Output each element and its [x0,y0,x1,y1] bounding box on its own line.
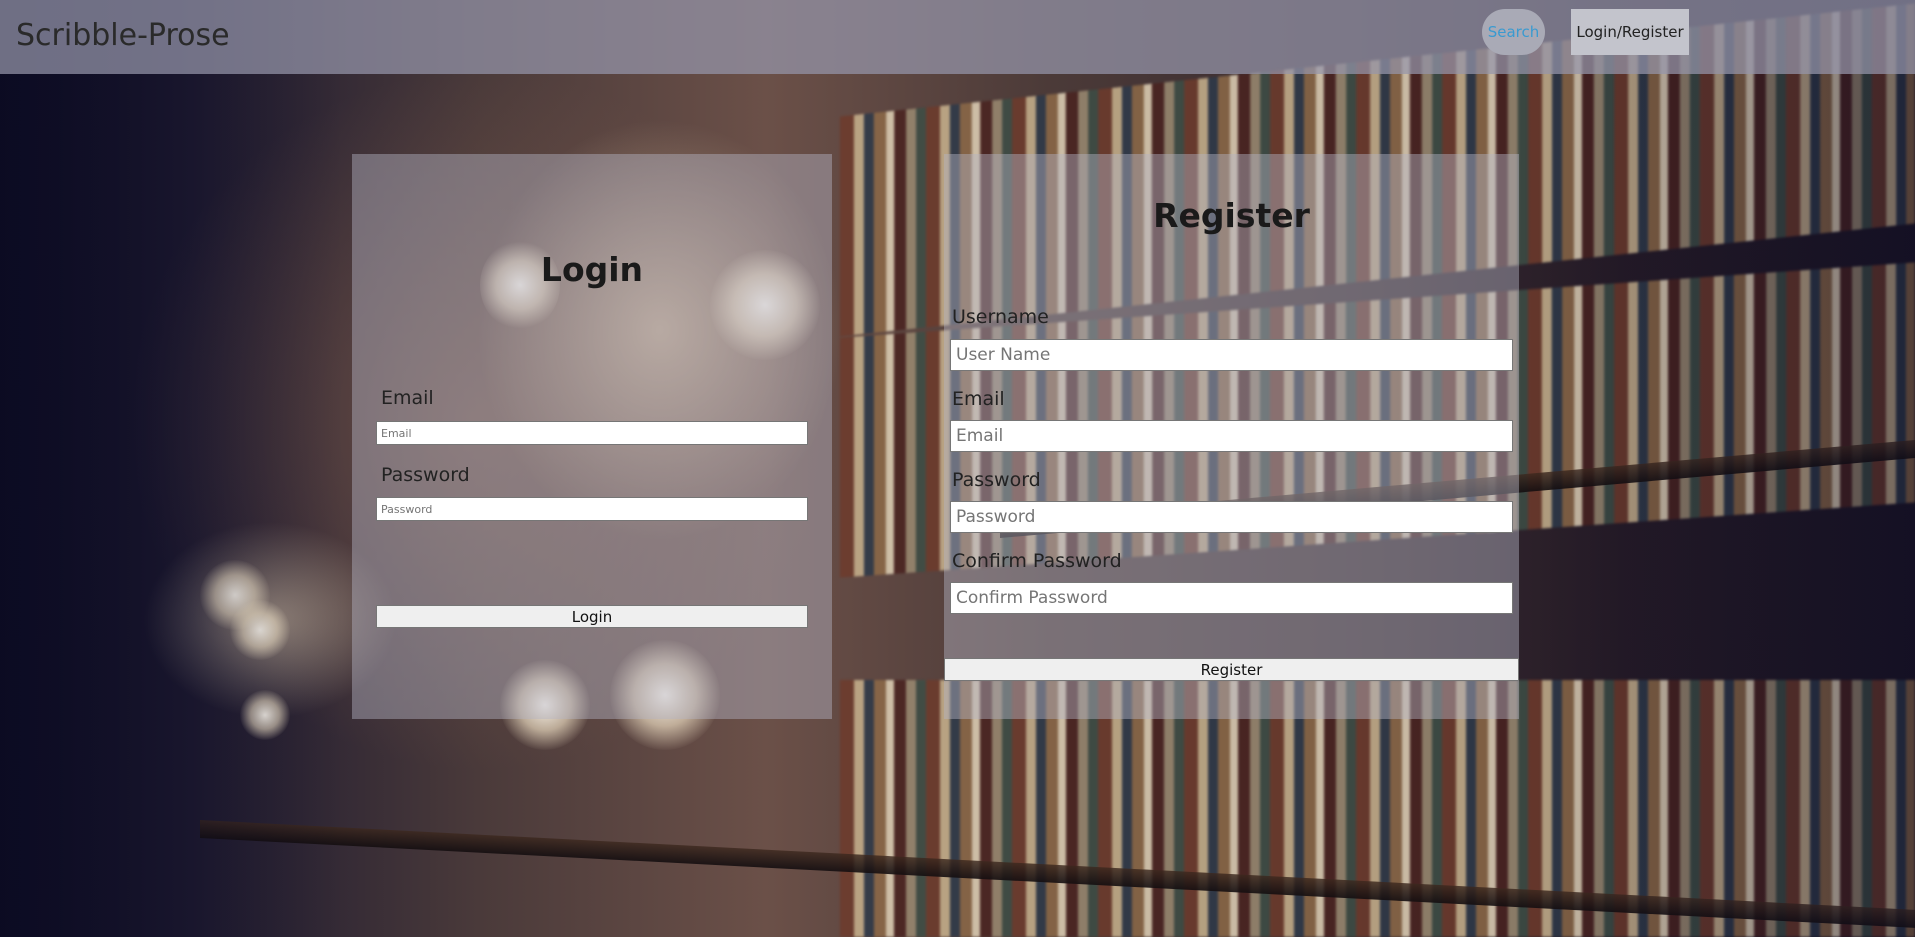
login-email-field[interactable] [376,421,808,445]
login-password-field[interactable] [376,497,808,521]
register-password-label: Password [952,469,1041,491]
login-title: Login [540,250,644,289]
navbar: Scribble-Prose Search Login/Register [0,0,1915,74]
register-username-label: Username [952,306,1049,328]
register-email-label: Email [952,388,1005,410]
register-username-field[interactable] [950,339,1513,371]
login-button[interactable]: Login [376,605,808,628]
login-register-button[interactable]: Login/Register [1571,9,1689,55]
search-button[interactable]: Search [1482,9,1545,55]
login-panel: Login Email Password Login [352,154,832,719]
login-password-label: Password [381,464,470,486]
register-title: Register [1153,196,1310,235]
register-password-field[interactable] [950,501,1513,533]
register-confirm-password-label: Confirm Password [952,550,1122,572]
register-email-field[interactable] [950,420,1513,452]
register-button[interactable]: Register [944,658,1519,681]
register-confirm-password-field[interactable] [950,582,1513,614]
register-panel: Register Username Email Password Confirm… [944,154,1519,719]
brand-logo[interactable]: Scribble-Prose [16,18,230,53]
login-email-label: Email [381,387,434,409]
